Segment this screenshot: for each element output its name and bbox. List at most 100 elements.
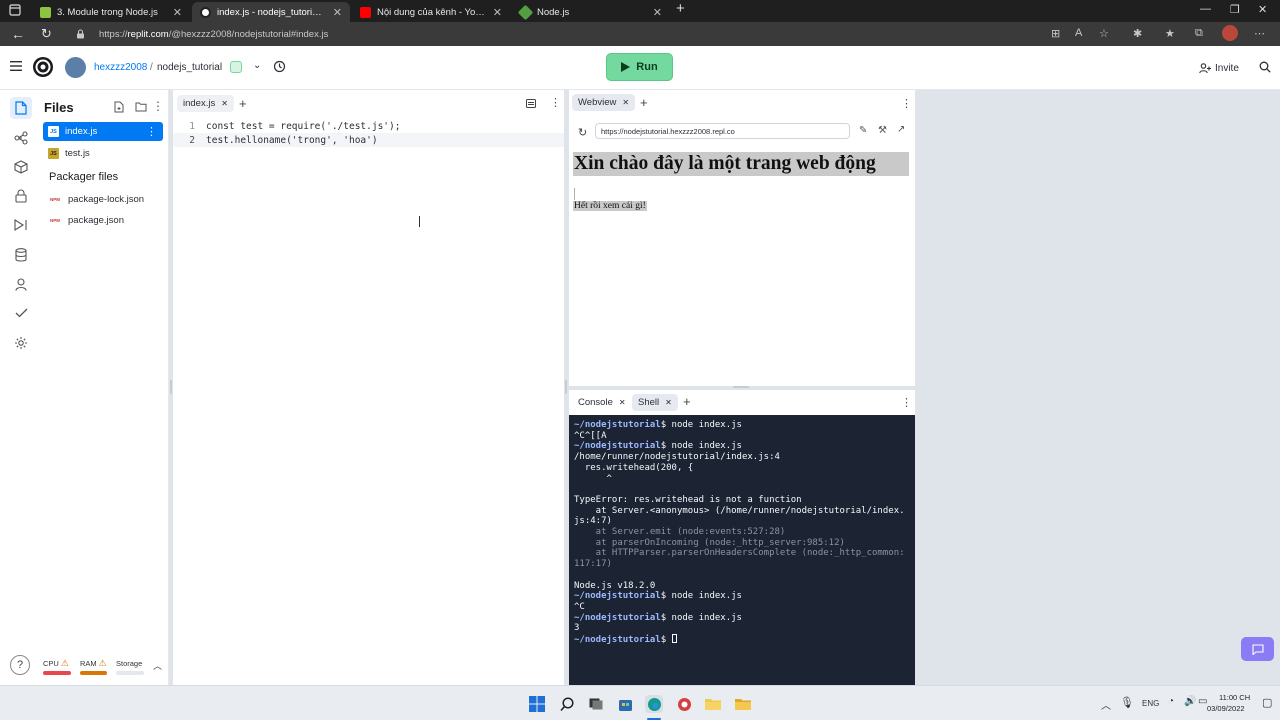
open-new-tab-icon[interactable]: ↗	[897, 124, 905, 135]
close-window-icon[interactable]: ✕	[1258, 3, 1267, 16]
start-icon[interactable]	[528, 695, 546, 713]
tab-webview[interactable]: Webview ✕	[572, 94, 636, 111]
packages-icon[interactable]	[10, 156, 32, 178]
back-icon[interactable]: ←	[11, 26, 25, 42]
username-link[interactable]: hexzzz2008	[94, 62, 147, 73]
add-tab-icon[interactable]: +	[239, 96, 247, 111]
browser-tab-nodejs[interactable]: Node.js ✕	[512, 2, 670, 22]
new-folder-icon[interactable]	[135, 102, 147, 112]
url-field[interactable]: https://replit.com/@hexzzz2008/nodejstut…	[76, 25, 1036, 43]
reload-icon[interactable]: ↻	[578, 126, 587, 139]
close-icon[interactable]: ✕	[493, 6, 502, 19]
pane-resize-handle[interactable]	[733, 386, 749, 388]
pane-resize-handle[interactable]	[170, 380, 172, 394]
input-language[interactable]: ENG	[1142, 699, 1159, 708]
notification-icon[interactable]: ▢	[1262, 696, 1272, 709]
close-icon[interactable]: ✕	[653, 6, 662, 19]
console-more-icon[interactable]: ⋮	[901, 396, 912, 409]
close-icon[interactable]: ✕	[619, 398, 626, 407]
ram-meter[interactable]: RAM ⚠	[80, 658, 107, 669]
files-more-icon[interactable]: ⋮	[152, 99, 164, 113]
search-icon[interactable]	[558, 695, 576, 713]
file-item-package-lock-json[interactable]: NPM package-lock.json	[43, 190, 163, 209]
reload-icon[interactable]: ↻	[41, 26, 52, 42]
close-icon[interactable]: ✕	[333, 6, 342, 19]
chevron-down-icon[interactable]: ⌄	[253, 60, 261, 71]
edge-icon[interactable]	[645, 695, 663, 713]
history-icon[interactable]	[273, 60, 286, 73]
checkmark-icon[interactable]	[10, 302, 32, 324]
pane-resize-handle[interactable]	[565, 380, 567, 394]
minimize-icon[interactable]: —	[1200, 3, 1211, 15]
task-view-icon[interactable]	[587, 695, 605, 713]
more-icon[interactable]: ⋯	[1254, 27, 1265, 40]
editor-tab-index-js[interactable]: index.js ✕	[177, 95, 234, 112]
clock-date[interactable]: 03/09/2022	[1207, 704, 1245, 713]
run-button[interactable]: Run	[606, 53, 673, 81]
maximize-icon[interactable]: ❐	[1230, 3, 1240, 16]
app-available-icon[interactable]: ⊞	[1051, 27, 1060, 40]
edit-icon[interactable]: ✎	[859, 125, 867, 136]
file-item-package-json[interactable]: NPM package.json	[43, 211, 163, 230]
files-tool-icon[interactable]	[10, 97, 32, 119]
tab-shell[interactable]: Shell ✕	[632, 394, 678, 411]
store-icon[interactable]	[616, 695, 634, 713]
window-menu-icon[interactable]	[9, 4, 21, 16]
favorites-icon[interactable]: ★	[1165, 27, 1175, 40]
invite-button[interactable]: Invite	[1199, 58, 1239, 78]
extensions-icon[interactable]: ✱	[1133, 27, 1142, 40]
database-icon[interactable]	[10, 244, 32, 266]
browser-tab-replit[interactable]: index.js - nodejs_tutorial - Replit ✕	[192, 2, 350, 22]
repl-name[interactable]: nodejs_tutorial	[157, 62, 222, 73]
wifi-icon[interactable]: ◔	[1168, 696, 1174, 707]
close-icon[interactable]: ✕	[622, 98, 629, 107]
code-line[interactable]: 1 const test = require('./test.js');	[173, 119, 564, 133]
shell-terminal[interactable]: ~/nodejstutorial$ node index.js ^C^[[A ~/n…	[569, 415, 915, 685]
layout-icon[interactable]	[526, 99, 536, 108]
file-item-index-js[interactable]: JS index.js ⋮	[43, 122, 163, 141]
collections-icon[interactable]: ⧉	[1195, 27, 1203, 40]
browser-tab-youtube[interactable]: Nội dung của kênh - YouTube St ✕	[352, 2, 510, 22]
microphone-icon[interactable]: 🎙	[1120, 696, 1134, 709]
chevron-up-icon[interactable]: ︿	[153, 659, 162, 672]
add-tab-icon[interactable]: +	[640, 95, 648, 110]
hamburger-menu-icon[interactable]	[10, 61, 22, 71]
storage-meter[interactable]: Storage	[116, 659, 142, 668]
tab-console[interactable]: Console ✕	[572, 394, 632, 411]
cpu-meter[interactable]: CPU ⚠	[43, 658, 69, 669]
lock-icon[interactable]	[10, 185, 32, 207]
search-icon[interactable]	[1259, 61, 1271, 73]
close-icon[interactable]: ✕	[173, 6, 182, 19]
user-avatar[interactable]	[65, 57, 86, 78]
file-more-icon[interactable]: ⋮	[146, 125, 157, 138]
close-icon[interactable]: ✕	[221, 99, 228, 108]
webview-more-icon[interactable]: ⋮	[901, 97, 912, 110]
chat-button[interactable]	[1241, 637, 1274, 661]
devtools-icon[interactable]: ⚒	[878, 125, 887, 136]
webview-url-field[interactable]: https://nodejstutorial.hexzzz2008.repl.c…	[595, 123, 850, 139]
favorite-add-icon[interactable]: ☆	[1099, 27, 1109, 40]
folder-icon[interactable]	[734, 695, 752, 713]
debugger-icon[interactable]	[10, 214, 32, 236]
new-file-icon[interactable]	[114, 101, 124, 113]
chevron-up-icon[interactable]: ︿	[1101, 697, 1111, 712]
editor-more-icon[interactable]: ⋮	[550, 96, 561, 109]
git-icon[interactable]	[10, 127, 32, 149]
add-tab-icon[interactable]: +	[683, 394, 691, 409]
browser-tab-module[interactable]: 3. Module trong Node.js ✕	[32, 2, 190, 22]
file-item-test-js[interactable]: JS test.js	[43, 144, 163, 163]
read-aloud-icon[interactable]: A	[1075, 27, 1082, 39]
file-explorer-icon[interactable]	[704, 695, 722, 713]
gear-icon[interactable]	[10, 332, 32, 354]
code-line-active[interactable]: 2 test.helloname('trong', 'hoa')	[173, 133, 564, 147]
user-icon[interactable]	[10, 273, 32, 295]
replit-logo-icon[interactable]	[32, 56, 54, 78]
close-icon[interactable]: ✕	[665, 398, 672, 407]
public-status-icon[interactable]	[230, 61, 242, 73]
profile-avatar[interactable]	[1222, 25, 1238, 41]
app-red-icon[interactable]	[675, 695, 693, 713]
new-tab-icon[interactable]: +	[676, 0, 685, 17]
help-button[interactable]: ?	[10, 655, 30, 675]
clock-time[interactable]: 11:00 CH	[1219, 693, 1250, 702]
volume-icon[interactable]: 🔊	[1184, 696, 1196, 707]
